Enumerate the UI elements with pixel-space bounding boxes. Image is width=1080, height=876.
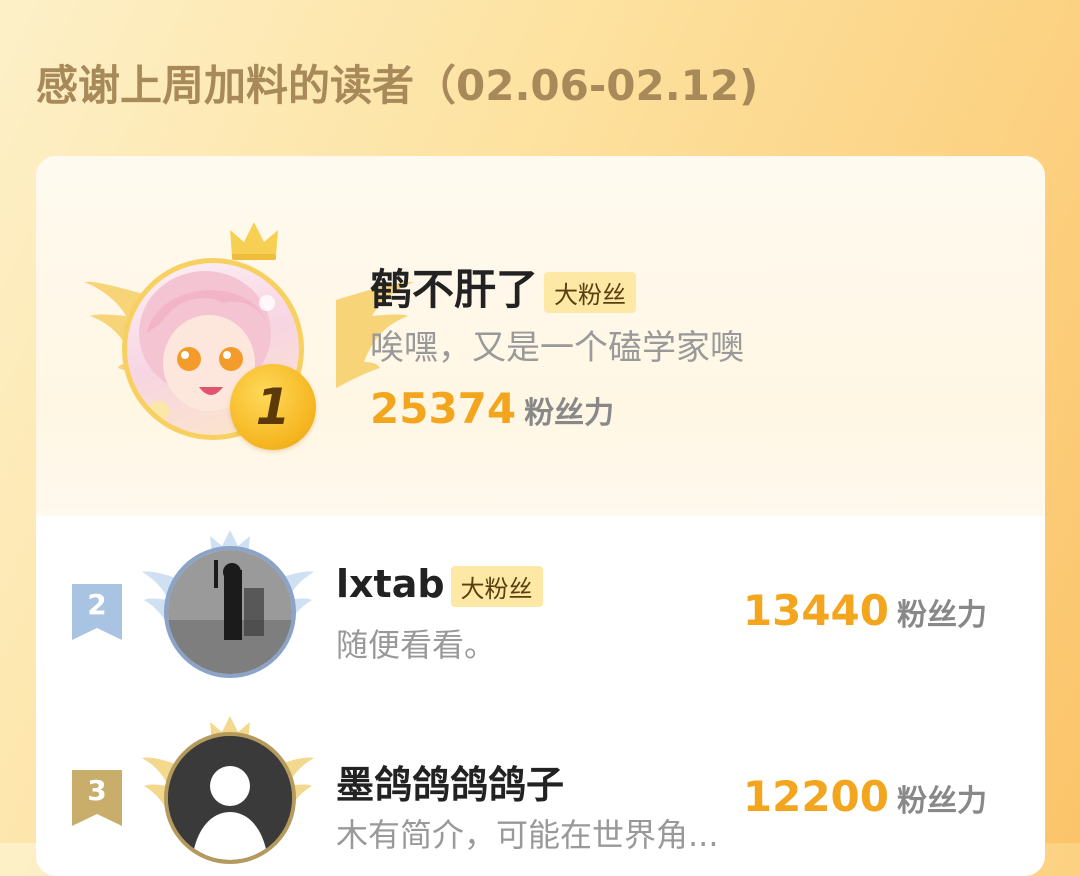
user-name-3: 墨鸽鸽鸽鸽子 bbox=[336, 763, 565, 807]
rank-number-3: 3 bbox=[72, 770, 122, 826]
ranking-row-3[interactable]: 3 墨鸽鸽鸽鸽子 木有简介，可能在世界角... 12200 粉丝力 bbox=[36, 714, 1045, 874]
ranking-row-2[interactable]: 2 lxtab 大粉丝 随便看看。 13440 粉丝力 bbox=[36, 528, 1045, 688]
rank-number-text: 2 bbox=[87, 588, 107, 621]
fan-level-badge: 大粉丝 bbox=[450, 566, 543, 607]
rank-number-text: 3 bbox=[87, 774, 107, 807]
user-name-1[interactable]: 鹤不肝了 大粉丝 bbox=[370, 256, 637, 317]
fan-power-value: 25374 bbox=[370, 384, 517, 433]
default-avatar-icon bbox=[168, 736, 292, 860]
fan-power-unit: 粉丝力 bbox=[897, 784, 987, 819]
avatar bbox=[164, 732, 296, 864]
user-name-text: 鹤不肝了 bbox=[370, 265, 539, 314]
fan-power-value: 13440 bbox=[742, 586, 889, 635]
fan-power-3: 12200 粉丝力 bbox=[743, 772, 987, 821]
fan-power-unit: 粉丝力 bbox=[524, 396, 615, 431]
fan-power-2: 13440 粉丝力 bbox=[743, 586, 987, 635]
avatar bbox=[164, 546, 296, 678]
user-name-2: lxtab 大粉丝 bbox=[336, 562, 543, 607]
page-title: 感谢上周加料的读者（02.06-02.12) bbox=[36, 61, 759, 110]
user-bio-3: 木有简介，可能在世界角... bbox=[336, 816, 719, 854]
first-place-section: 1 鹤不肝了 大粉丝 唉嘿，又是一个磕学家噢 25374 粉丝力 bbox=[36, 156, 1045, 516]
user-name-text: lxtab bbox=[336, 562, 445, 606]
fan-power-1: 25374 粉丝力 bbox=[370, 384, 614, 433]
fan-level-badge: 大粉丝 bbox=[544, 272, 637, 313]
user-bio-2: 随便看看。 bbox=[336, 626, 497, 664]
ranking-card: 1 鹤不肝了 大粉丝 唉嘿，又是一个磕学家噢 25374 粉丝力 2 lxtab… bbox=[36, 156, 1045, 876]
fan-power-value: 12200 bbox=[742, 772, 889, 821]
rank-badge-1: 1 bbox=[230, 364, 316, 450]
user-bio-1: 唉嘿，又是一个磕学家噢 bbox=[370, 328, 744, 368]
rank-number-2: 2 bbox=[72, 584, 122, 640]
fan-power-unit: 粉丝力 bbox=[897, 598, 987, 633]
first-place-avatar-frame[interactable]: 1 bbox=[84, 220, 414, 460]
crown-icon bbox=[230, 222, 278, 260]
photo-avatar-icon bbox=[168, 550, 292, 674]
